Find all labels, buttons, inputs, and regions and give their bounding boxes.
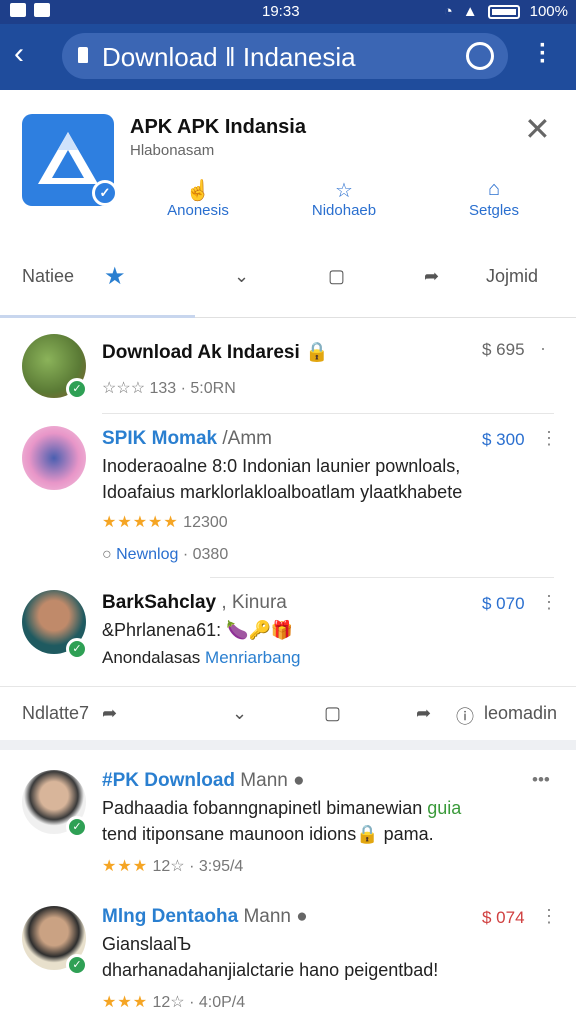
- star-outline-icon: ☆: [335, 180, 353, 202]
- more-icon[interactable]: ⋮: [540, 428, 558, 449]
- wifi-icon: ◔: [443, 3, 453, 20]
- list-item[interactable]: SPIK Momak /Amm $ 300 ⋮ Inoderaoalne 8:0…: [0, 414, 576, 578]
- more-icon[interactable]: ⋮: [540, 592, 558, 613]
- app-title: APK APK Indansia: [130, 116, 306, 138]
- post-title: SPIK Momak: [102, 428, 218, 449]
- tab-bar: Natiee ★ ⌄ ▢ ➦ Jojmid: [0, 248, 576, 318]
- post-line-1: &Phrlanena61: 🍆🔑🎁: [102, 620, 294, 640]
- browser-toolbar: ‹ Download ‖ Indanesia · · ·: [0, 24, 576, 90]
- price: $ 070: [482, 594, 525, 613]
- menu-button[interactable]: · · ·: [536, 34, 550, 74]
- star-icon[interactable]: ★: [104, 262, 126, 291]
- photo-icon: [34, 3, 50, 17]
- chevron-down-icon[interactable]: ⌄: [232, 703, 247, 724]
- radio-icon[interactable]: ○: [102, 546, 112, 563]
- post-title: #PK Download: [102, 770, 236, 791]
- battery-level: 100%: [529, 3, 568, 20]
- quick-action-2[interactable]: ⌂ Setgles: [444, 178, 544, 219]
- post-line-2: Idoafaius marklorlakloalboatlam ylaatkha…: [102, 482, 463, 502]
- hand-icon: ☝: [185, 180, 211, 202]
- check-icon: ✓: [66, 954, 88, 976]
- more-icon[interactable]: •••: [532, 770, 550, 790]
- more-icon[interactable]: ⋮: [540, 906, 558, 927]
- verified-icon: ●: [296, 906, 308, 927]
- list-item[interactable]: ✓ BarkSahclay , Kinura $ 070 ⋮ &Phrlanen…: [0, 578, 576, 686]
- quick-action-0[interactable]: ☝ Anonesis: [148, 178, 248, 219]
- post-line-2: tend itiponsane maunoon idions🔒 pama.: [102, 824, 434, 844]
- post-title: BarkSahclay: [102, 592, 217, 613]
- rating-stars: ★★★★★: [102, 514, 179, 531]
- comment-icon[interactable]: ▢: [328, 266, 345, 287]
- rating-count: 12300: [183, 514, 228, 531]
- rating-stars: ★★★: [102, 858, 149, 875]
- post-link[interactable]: Menriarbang: [205, 648, 300, 667]
- footer-link[interactable]: Newnlog: [116, 546, 178, 563]
- signal-icon: ▲: [462, 3, 478, 20]
- avatar: [22, 426, 86, 490]
- url-text: Download ‖ Indanesia: [102, 42, 356, 72]
- back-button[interactable]: ‹: [14, 39, 44, 70]
- check-icon: ✓: [66, 638, 88, 660]
- post-meta: ☆☆☆ 133 · 5:0RN: [102, 380, 236, 397]
- more-icon[interactable]: ·: [540, 338, 546, 359]
- verified-icon: ✓: [92, 180, 118, 206]
- forward-icon[interactable]: ➦: [416, 703, 431, 724]
- close-button[interactable]: ✕: [524, 113, 551, 145]
- post-line-1: Inoderaoalne 8:0 Indonian launier pownlo…: [102, 456, 461, 476]
- chevron-down-icon[interactable]: ⌄: [234, 266, 249, 287]
- lock-emoji-icon: 🔒: [305, 342, 329, 363]
- rating-stars: ★★★: [102, 994, 149, 1011]
- tab-last[interactable]: Jojmid: [486, 266, 538, 287]
- clock: 19:33: [262, 3, 300, 20]
- status-bar: 19:33 ◔ ▲ 100%: [0, 0, 576, 24]
- post-author: /Amm: [222, 428, 272, 449]
- price: $ 695: [482, 340, 525, 359]
- action-right[interactable]: leomadin: [484, 703, 557, 724]
- address-bar[interactable]: Download ‖ Indanesia: [62, 33, 508, 79]
- check-icon: ✓: [66, 378, 88, 400]
- action-left[interactable]: Ndlatte7: [22, 703, 89, 724]
- lock-icon: [78, 47, 88, 63]
- comment-icon[interactable]: ▢: [324, 703, 341, 724]
- info-icon[interactable]: ⓘ: [456, 703, 474, 729]
- quick-action-1[interactable]: ☆ Nidohaeb: [294, 178, 394, 219]
- reload-icon[interactable]: [466, 42, 494, 70]
- share-icon[interactable]: ➦: [102, 703, 117, 724]
- action-bar: Ndlatte7 ➦ ⌄ ▢ ➦ ⓘ leomadin: [0, 686, 576, 740]
- post-title: Mlng Dentaoha: [102, 906, 239, 927]
- rating-count: 12☆ · 4:0P/4: [152, 994, 246, 1011]
- post-author: Mann: [240, 770, 288, 791]
- list-item[interactable]: ✓ Download Ak Indaresi 🔒 $ 695 · ☆☆☆ 133…: [0, 318, 576, 414]
- list-item[interactable]: ✓ #PK Download Mann ● ••• Padhaadia foba…: [0, 752, 576, 892]
- app-subtitle: Hlabonasam: [130, 142, 215, 159]
- app-card: ✓ APK APK Indansia Hlabonasam ✕ ☝ Anones…: [0, 90, 576, 240]
- post-line-1: Padhaadia fobanngnapinetl bimanewian: [102, 798, 423, 818]
- price: $ 074: [482, 908, 525, 927]
- section-separator: [0, 740, 576, 750]
- price: $ 300: [482, 430, 525, 449]
- post-line-2: dharhanadahanjialctarie hano peigentbad!: [102, 960, 439, 980]
- rating-count: 12☆ · 3:95/4: [152, 858, 244, 875]
- post-title: Download Ak Indaresi: [102, 342, 300, 363]
- post-author: Mann: [243, 906, 291, 927]
- check-icon: ✓: [66, 816, 88, 838]
- image-icon: [10, 3, 26, 17]
- tab-first[interactable]: Natiee: [22, 266, 74, 287]
- post-highlight: guia: [427, 798, 462, 818]
- battery-icon: [487, 4, 520, 19]
- share-icon[interactable]: ➦: [424, 266, 439, 287]
- list-item[interactable]: ✓ Mlng Dentaoha Mann ● $ 074 ⋮ Gianslaal…: [0, 892, 576, 1024]
- post-line-1: GianslaalЪ: [102, 934, 192, 954]
- footer-meta: · 0380: [182, 546, 229, 563]
- verified-icon: ●: [293, 770, 305, 791]
- home-icon: ⌂: [487, 178, 501, 200]
- post-line-2: Anondalasas: [102, 648, 206, 667]
- post-author: , Kinura: [221, 592, 287, 613]
